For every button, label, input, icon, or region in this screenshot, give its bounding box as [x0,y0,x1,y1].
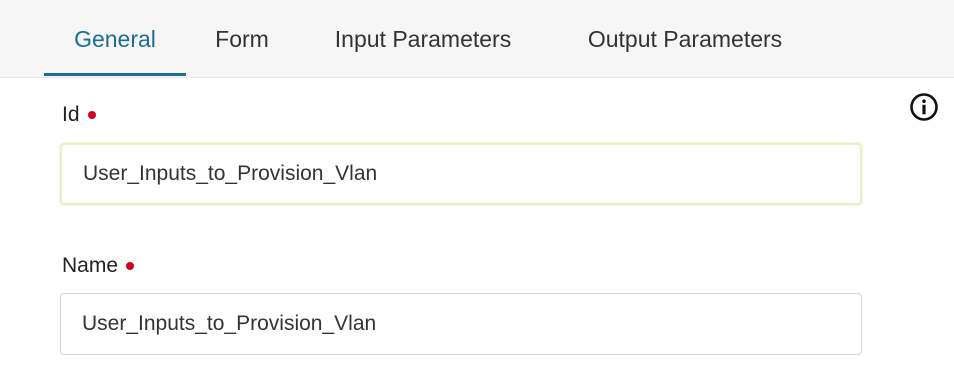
tab-output-parameters[interactable]: Output Parameters [566,0,804,78]
name-label-text: Name [62,254,119,277]
required-dot [87,111,96,119]
tab-bar: General Form Input Parameters Output Par… [0,0,954,78]
id-field-label: Id [62,100,96,130]
required-dot [126,262,135,270]
tab-input-parameters[interactable]: Input Parameters [312,0,534,78]
id-input[interactable] [60,143,862,205]
tab-general[interactable]: General [44,0,186,78]
id-label-text: Id [62,103,80,126]
tab-form[interactable]: Form [196,0,288,78]
name-input[interactable] [60,293,862,355]
info-circle-icon[interactable] [908,91,940,123]
name-field-label: Name [62,251,135,281]
